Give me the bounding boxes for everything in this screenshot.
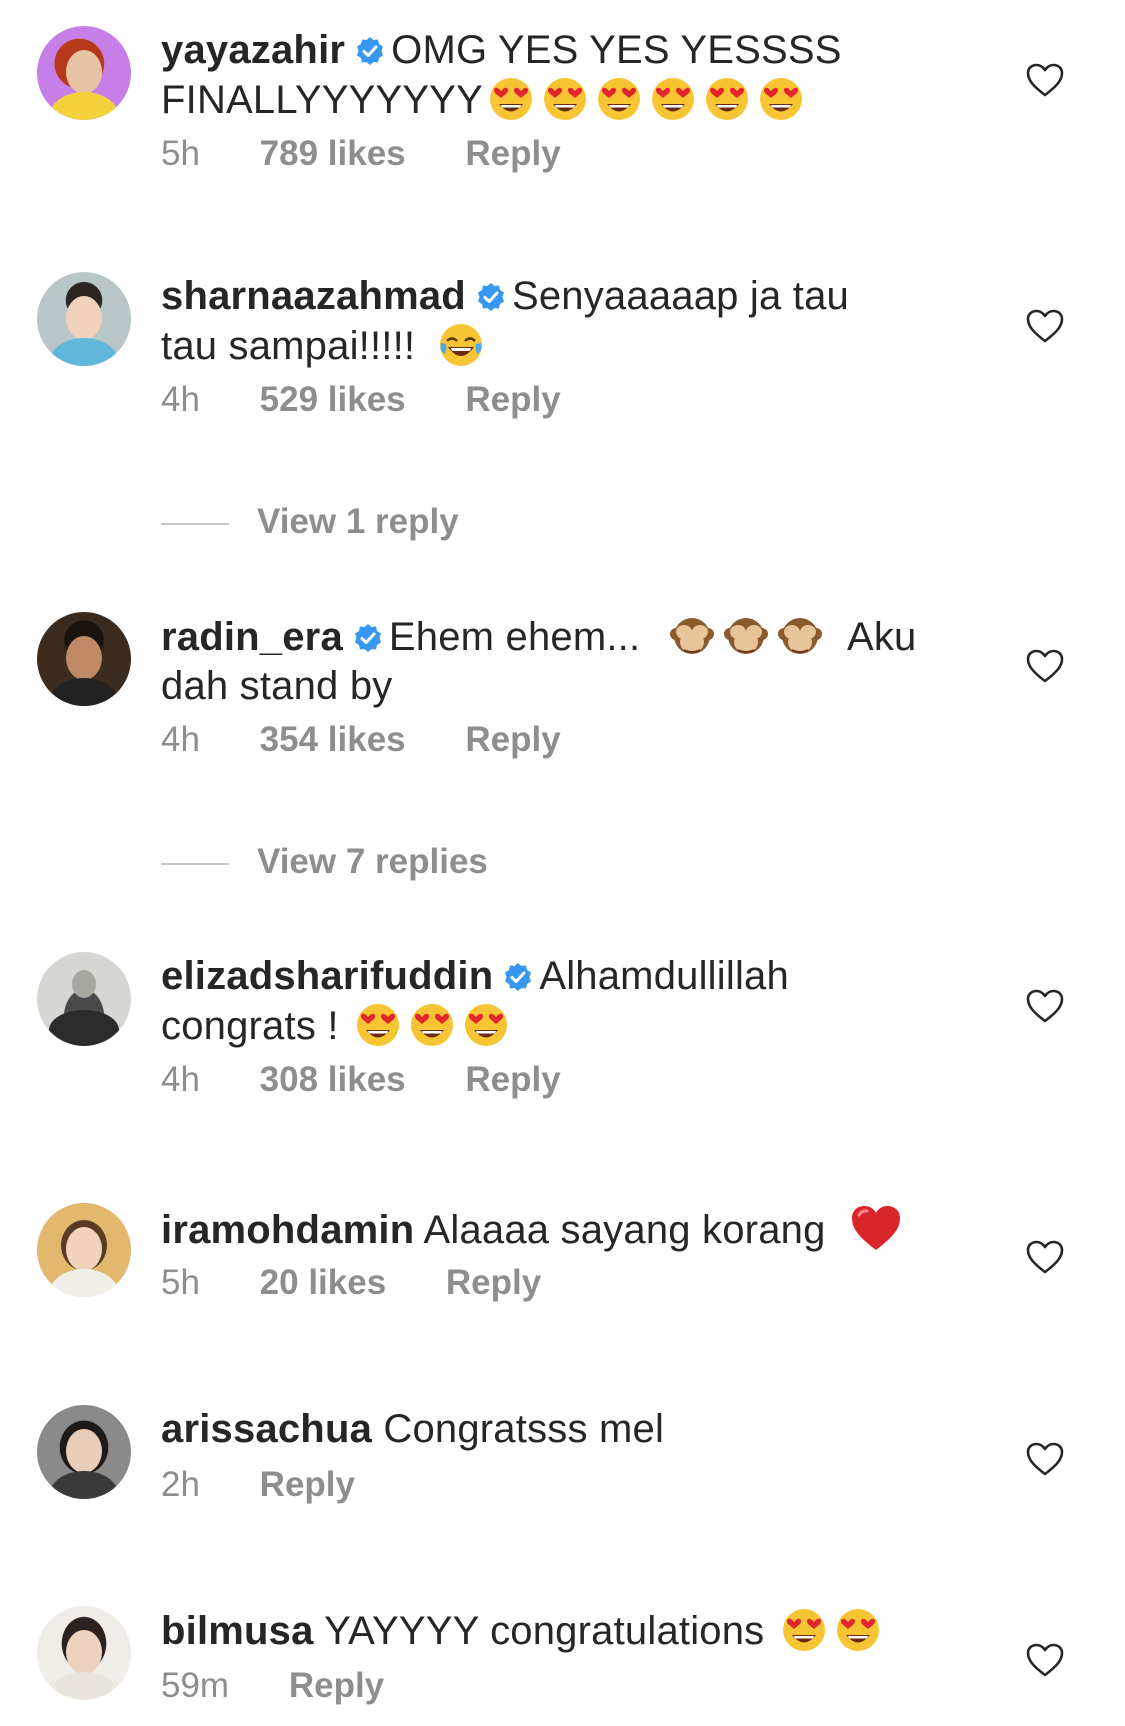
comment-text: sharnaazahmad Senyaaaaap ja tau tau sampa… <box>161 272 1011 371</box>
like-heart-icon[interactable] <box>1025 648 1065 684</box>
username[interactable]: elizadsharifuddin <box>161 954 493 998</box>
reply-button[interactable]: Reply <box>465 1060 560 1100</box>
likes-count[interactable]: 529 likes <box>260 380 406 420</box>
heart-eyes-emoji-group <box>483 78 807 122</box>
view-replies-button[interactable]: View 1 reply <box>161 502 459 542</box>
comment-meta: 2h Reply <box>161 1465 355 1505</box>
comment-text: elizadsharifuddin Alhamdullillah congrats… <box>161 952 1011 1051</box>
likes-count[interactable]: 354 likes <box>260 720 406 760</box>
like-heart-icon[interactable] <box>1025 988 1065 1024</box>
joy-emoji <box>437 321 485 369</box>
heart-eyes-emoji <box>703 75 751 123</box>
view-replies-label: View 7 replies <box>257 842 488 881</box>
comment-meta: 4h 354 likes Reply <box>161 720 561 760</box>
timestamp[interactable]: 4h <box>161 380 200 420</box>
timestamp[interactable]: 4h <box>161 720 200 760</box>
like-heart-icon[interactable] <box>1025 1642 1065 1678</box>
comment-body-line1-end: Aku <box>846 615 917 659</box>
heart-eyes-emoji <box>757 75 805 123</box>
like-heart-icon[interactable] <box>1025 308 1065 344</box>
comment-body-line2: dah stand by <box>161 664 393 708</box>
verified-badge-icon <box>353 623 383 653</box>
timestamp[interactable]: 4h <box>161 1060 200 1100</box>
see-no-evil-monkey-emoji <box>668 612 716 660</box>
username[interactable]: radin_era <box>161 615 343 659</box>
comment-body-line1: Congratsss mel <box>383 1407 665 1451</box>
heart-eyes-emoji <box>649 75 697 123</box>
heart-eyes-emoji <box>354 1001 402 1049</box>
divider-line <box>161 522 229 525</box>
verified-badge-icon <box>503 962 533 992</box>
heart-eyes-emoji <box>595 75 643 123</box>
comment-meta: 59m Reply <box>161 1666 384 1706</box>
heart-eyes-emoji <box>487 75 535 123</box>
view-replies-button[interactable]: View 7 replies <box>161 842 488 882</box>
reply-button[interactable]: Reply <box>446 1263 541 1303</box>
reply-button[interactable]: Reply <box>289 1666 384 1706</box>
timestamp[interactable]: 5h <box>161 1263 200 1303</box>
username[interactable]: bilmusa <box>161 1609 314 1653</box>
avatar[interactable] <box>37 272 131 366</box>
username[interactable]: iramohdamin <box>161 1208 414 1252</box>
see-no-evil-monkey-emoji <box>722 612 770 660</box>
like-heart-icon[interactable] <box>1025 1441 1065 1477</box>
heart-eyes-emoji <box>780 1606 828 1654</box>
heart-eyes-emoji <box>834 1606 882 1654</box>
reply-button[interactable]: Reply <box>465 720 560 760</box>
avatar[interactable] <box>37 1606 131 1700</box>
comment-body-line1: Alhamdullillah <box>539 954 789 998</box>
likes-count[interactable]: 308 likes <box>260 1060 406 1100</box>
verified-badge-icon <box>476 282 506 312</box>
divider-line <box>161 862 229 865</box>
comment-body-line2: FINALLYYYYYYY <box>161 78 483 122</box>
comment-meta: 5h 789 likes Reply <box>161 134 561 174</box>
comment-meta: 5h 20 likes Reply <box>161 1263 541 1303</box>
comment-text: bilmusa YAYYYY congratulations <box>161 1606 1011 1656</box>
heart-eyes-emoji <box>541 75 589 123</box>
comment-text: radin_era Ehem ehem... Aku dah stand by <box>161 612 1011 711</box>
avatar[interactable] <box>37 612 131 706</box>
like-heart-icon[interactable] <box>1025 62 1065 98</box>
red-heart-emoji <box>849 1203 903 1253</box>
reply-button[interactable]: Reply <box>260 1465 355 1505</box>
avatar[interactable] <box>37 952 131 1046</box>
like-heart-icon[interactable] <box>1025 1239 1065 1275</box>
username[interactable]: yayazahir <box>161 28 345 72</box>
reply-button[interactable]: Reply <box>465 134 560 174</box>
comment-meta: 4h 308 likes Reply <box>161 1060 561 1100</box>
view-replies-label: View 1 reply <box>257 502 459 541</box>
comment-body-line1: Ehem ehem... <box>388 615 641 659</box>
comment-text: iramohdamin Alaaaa sayang korang <box>161 1203 1011 1255</box>
comments-list: yayazahir OMG YES YES YESSSS FINALLYYYYYY… <box>0 0 1125 1726</box>
heart-eyes-emoji <box>408 1001 456 1049</box>
likes-count[interactable]: 20 likes <box>260 1263 387 1303</box>
comment-meta: 4h 529 likes Reply <box>161 380 561 420</box>
see-no-evil-monkey-emoji <box>776 612 824 660</box>
username[interactable]: arissachua <box>161 1407 372 1451</box>
comment-body-line1: Senyaaaaap ja tau <box>511 274 849 318</box>
heart-eyes-emoji-group <box>776 1609 884 1653</box>
comment-body-line2: congrats ! <box>161 1004 339 1048</box>
comment-body-line1: Alaaaa sayang korang <box>423 1208 826 1252</box>
avatar[interactable] <box>37 26 131 120</box>
verified-badge-icon <box>355 36 385 66</box>
comment-body-line1: YAYYYY congratulations <box>324 1609 765 1653</box>
comment-body-line1: OMG YES YES YESSSS <box>391 28 842 72</box>
timestamp[interactable]: 5h <box>161 134 200 174</box>
avatar[interactable] <box>37 1203 131 1297</box>
comment-text: yayazahir OMG YES YES YESSSS FINALLYYYYYY… <box>161 26 1011 125</box>
comment-text: arissachua Congratsss mel <box>161 1405 1011 1454</box>
timestamp[interactable]: 59m <box>161 1666 229 1706</box>
timestamp[interactable]: 2h <box>161 1465 200 1505</box>
avatar[interactable] <box>37 1405 131 1499</box>
likes-count[interactable]: 789 likes <box>260 134 406 174</box>
comment-body-line2: tau sampai!!!!! <box>161 324 416 368</box>
see-no-evil-monkey-emoji-group <box>664 615 826 659</box>
heart-eyes-emoji <box>462 1001 510 1049</box>
heart-eyes-emoji-group <box>350 1004 512 1048</box>
username[interactable]: sharnaazahmad <box>161 274 466 318</box>
reply-button[interactable]: Reply <box>465 380 560 420</box>
